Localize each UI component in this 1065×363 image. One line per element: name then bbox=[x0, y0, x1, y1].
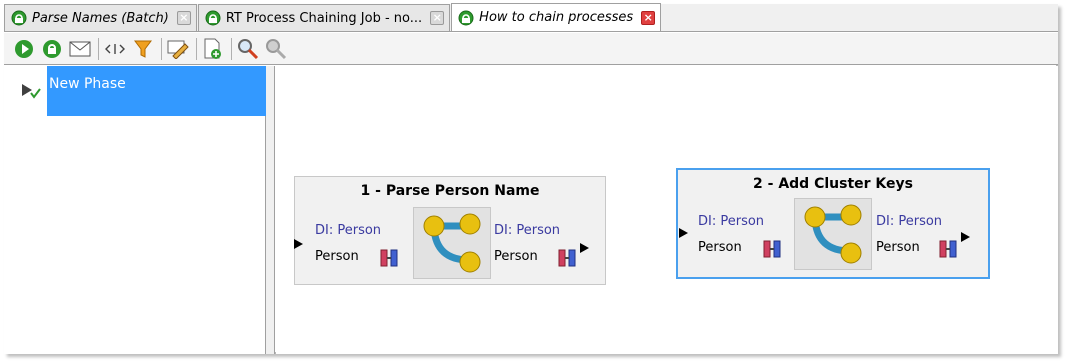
toolbar-separator bbox=[161, 37, 162, 60]
connector-icon bbox=[558, 249, 576, 267]
process-node[interactable]: 2 - Add Cluster Keys DI: Person Person D… bbox=[676, 168, 990, 279]
edit-label-button[interactable] bbox=[166, 37, 190, 61]
connector-icon bbox=[939, 240, 957, 258]
process-icon bbox=[205, 10, 221, 26]
output-arrow-icon bbox=[580, 243, 589, 253]
find-next-button[interactable] bbox=[264, 37, 288, 61]
toolbar-separator bbox=[231, 37, 232, 60]
filter-button[interactable] bbox=[131, 37, 155, 61]
new-process-icon bbox=[204, 38, 221, 59]
output-arrow-icon bbox=[961, 232, 970, 242]
find-button[interactable] bbox=[236, 37, 260, 61]
run-realtime-button[interactable] bbox=[40, 37, 64, 61]
input-arrow-icon bbox=[679, 228, 688, 238]
input-di-label: DI: Person bbox=[698, 214, 765, 229]
splitter[interactable] bbox=[266, 66, 275, 354]
tab-label: Parse Names (Batch) bbox=[32, 10, 169, 26]
toolbar bbox=[4, 33, 1058, 65]
toolbar-separator bbox=[196, 37, 197, 60]
process-image bbox=[794, 198, 872, 270]
run-realtime-icon bbox=[43, 39, 61, 58]
process-icon bbox=[458, 10, 474, 25]
tab-how-to-chain-processes[interactable]: How to chain processes × bbox=[451, 3, 662, 31]
input-name-label: Person bbox=[315, 249, 359, 264]
close-icon[interactable]: × bbox=[641, 10, 656, 25]
mail-button[interactable] bbox=[68, 37, 92, 61]
chain-balls-icon bbox=[804, 204, 862, 264]
toolbar-separator bbox=[98, 37, 99, 60]
output-name-label: Person bbox=[876, 240, 920, 255]
phase-label[interactable]: New Phase bbox=[47, 66, 267, 116]
connector-icon bbox=[380, 249, 398, 267]
window: Parse Names (Batch) × RT Process Chainin… bbox=[4, 3, 1058, 354]
find-disabled-icon bbox=[266, 38, 287, 59]
phase-run-icon bbox=[22, 84, 41, 99]
tab-bar: Parse Names (Batch) × RT Process Chainin… bbox=[4, 3, 1058, 32]
new-process-button[interactable] bbox=[201, 37, 225, 61]
input-di-label: DI: Person bbox=[315, 223, 382, 238]
close-icon[interactable]: × bbox=[176, 11, 191, 25]
input-name-label: Person bbox=[698, 240, 742, 255]
run-button[interactable] bbox=[12, 37, 36, 61]
input-arrow-icon bbox=[294, 239, 303, 249]
process-node[interactable]: 1 - Parse Person Name DI: Person Person … bbox=[294, 176, 606, 285]
connector-icon bbox=[763, 240, 781, 258]
filter-icon bbox=[134, 40, 152, 58]
output-di-label: DI: Person bbox=[876, 214, 943, 229]
process-title: 1 - Parse Person Name bbox=[360, 183, 540, 199]
process-image bbox=[413, 207, 491, 279]
output-di-label: DI: Person bbox=[494, 223, 561, 238]
process-canvas[interactable]: 1 - Parse Person Name DI: Person Person … bbox=[276, 66, 1058, 354]
chain-balls-icon bbox=[423, 213, 481, 273]
edit-label-icon bbox=[167, 40, 189, 59]
tab-parse-names-batch[interactable]: Parse Names (Batch) × bbox=[4, 4, 197, 31]
phase-list: New Phase bbox=[4, 66, 267, 354]
step-button[interactable] bbox=[103, 37, 127, 61]
mail-icon bbox=[69, 41, 91, 56]
step-icon bbox=[105, 43, 125, 54]
tab-label: How to chain processes bbox=[479, 10, 634, 25]
find-icon bbox=[238, 38, 259, 59]
tab-rt-process-chaining[interactable]: RT Process Chaining Job - no... × bbox=[197, 4, 451, 31]
process-title: 2 - Add Cluster Keys bbox=[753, 176, 913, 192]
tab-label: RT Process Chaining Job - no... bbox=[225, 10, 423, 26]
output-name-label: Person bbox=[494, 249, 538, 264]
process-icon bbox=[11, 10, 27, 26]
run-icon bbox=[15, 39, 33, 58]
close-icon[interactable]: × bbox=[430, 11, 445, 25]
